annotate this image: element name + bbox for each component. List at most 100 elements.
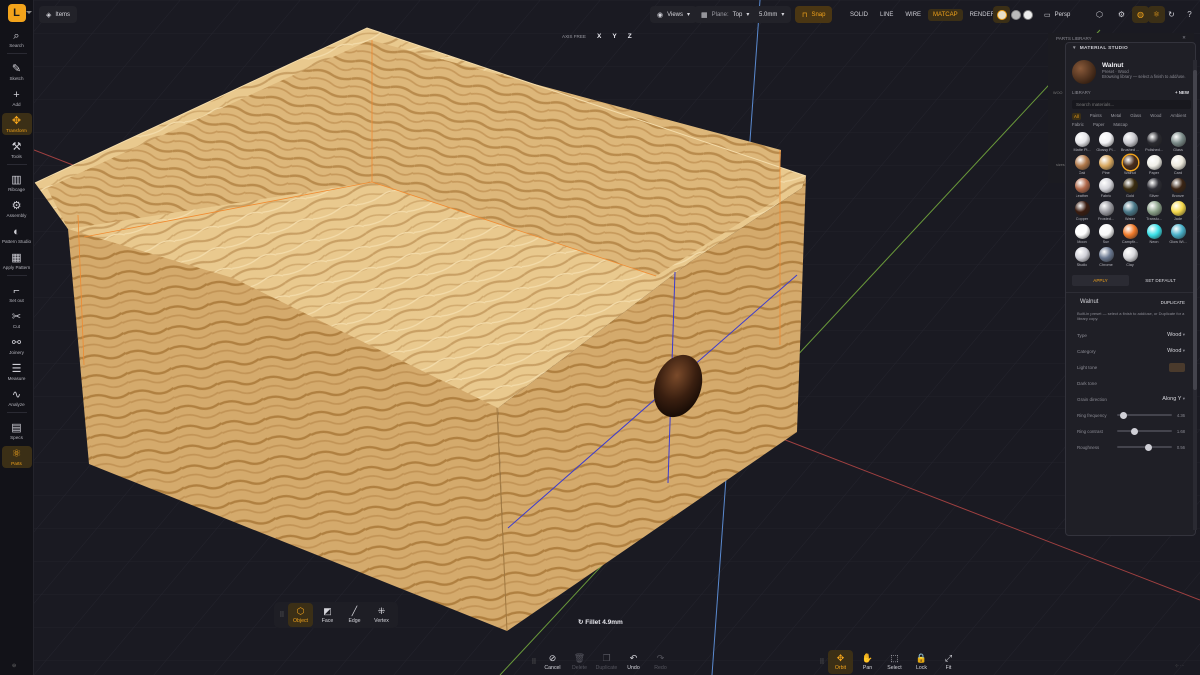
material-swatch[interactable]: Glass [1166, 132, 1190, 154]
sidebar-item-measure[interactable]: ☰ Measure [2, 361, 32, 383]
chip-paper[interactable]: Paper [1093, 122, 1104, 127]
material-studio-header[interactable]: ▾ MATERIAL STUDIO [1066, 43, 1195, 54]
duplicate-button[interactable]: DUPLICATE [1161, 300, 1185, 305]
material-swatch[interactable]: Glossy Pl... [1094, 132, 1118, 154]
material-swatch[interactable]: Sun [1094, 224, 1118, 246]
scrollbar-thumb[interactable] [1193, 70, 1197, 390]
category-row[interactable]: Category Wood ▾ [1066, 343, 1195, 359]
grid-size-dropdown[interactable]: 5.0mm ▾ [752, 6, 792, 23]
edge-button[interactable]: ╱ Edge [342, 603, 367, 627]
perspective-toggle[interactable]: ▭ Persp [1037, 6, 1077, 23]
material-swatch[interactable]: Silver [1142, 178, 1166, 200]
light-tone-swatch[interactable] [1169, 362, 1185, 372]
material-swatch[interactable]: Brushed ... [1118, 132, 1142, 154]
new-material-button[interactable]: + NEW [1175, 90, 1189, 95]
lock-button[interactable]: 🔒 Lock [909, 650, 934, 674]
set-default-button[interactable]: SET DEFAULT [1132, 275, 1189, 286]
material-swatch[interactable]: Moon [1070, 224, 1094, 246]
chip-metal[interactable]: Metal [1111, 113, 1122, 120]
sidebar-item-specs[interactable]: ▤ Specs [2, 420, 32, 442]
sidebar-item-parts[interactable]: ⚛ Parts [1, 446, 32, 468]
sidebar-item-transform[interactable]: ✥ Transform [1, 113, 32, 135]
material-swatch[interactable]: Paper [1142, 155, 1166, 177]
pan-button[interactable]: ✋ Pan [855, 650, 880, 674]
slider-track[interactable] [1117, 411, 1172, 419]
material-swatch[interactable]: Gold [1118, 178, 1142, 200]
snap-toggle[interactable]: ⊓ Snap [795, 6, 833, 23]
undo-button[interactable]: ↶ Undo [621, 650, 646, 674]
cube-view-icon[interactable]: ⬡ [1091, 6, 1108, 23]
sidebar-item-cut[interactable]: ✂ Cut [2, 309, 32, 331]
mode-line[interactable]: LINE [875, 9, 898, 21]
chip-ambient[interactable]: Ambient [1170, 113, 1186, 120]
chip-all[interactable]: All [1072, 113, 1081, 120]
bottom-left-icon[interactable]: ⊖ [12, 663, 16, 669]
chip-matcap[interactable]: Matcap [1113, 122, 1127, 127]
material-swatch[interactable]: Leather [1070, 178, 1094, 200]
material-swatch[interactable]: Pine [1094, 155, 1118, 177]
3d-viewport[interactable] [34, 0, 1200, 675]
mode-solid[interactable]: SOLID [845, 9, 873, 21]
vertex-button[interactable]: ⁜ Vertex [369, 603, 394, 627]
panel-scrollbar[interactable] [1193, 60, 1197, 530]
help-icon[interactable]: ? [1181, 6, 1198, 23]
grain-direction-row[interactable]: Grain direction Along Y ▾ [1066, 391, 1195, 407]
chip-glass[interactable]: Glass [1130, 113, 1141, 120]
material-swatch[interactable]: Walnut [1118, 155, 1142, 177]
chip-wood[interactable]: Wood [1150, 113, 1161, 120]
sidebar-item-assembly[interactable]: ⚙ Assembly [2, 198, 32, 220]
white-sphere-button[interactable] [1019, 6, 1036, 23]
material-swatch[interactable]: Polished... [1142, 132, 1166, 154]
material-swatch[interactable]: Frosted... [1094, 201, 1118, 223]
sidebar-item-analyze[interactable]: ∿ Analyze [2, 387, 32, 409]
material-swatch[interactable]: Water [1118, 201, 1142, 223]
chip-fabric[interactable]: Fabric [1072, 122, 1084, 127]
drag-handle-icon[interactable]: ⠿ [278, 611, 286, 619]
collapse-chevron-icon[interactable]: ▾ [1073, 46, 1076, 51]
history-icon[interactable]: ↻ [1163, 6, 1180, 23]
slider-knob[interactable] [1144, 443, 1152, 451]
sidebar-item-ribcage[interactable]: ▥ Ribcage [2, 172, 32, 194]
object-button[interactable]: ⬡ Object [288, 603, 313, 627]
drag-handle-icon[interactable]: ⠿ [530, 658, 538, 666]
sidebar-item-add[interactable]: + Add [2, 87, 32, 109]
apply-button[interactable]: APPLY [1072, 275, 1129, 286]
close-icon[interactable]: ✕ [1182, 35, 1186, 41]
plane-dropdown[interactable]: ▦ Plane: Top ▾ [694, 6, 757, 23]
sidebar-item-search[interactable]: ⌕ Search [2, 28, 32, 50]
material-swatch[interactable]: Studio [1070, 247, 1094, 269]
material-swatch[interactable]: Bronze [1166, 178, 1190, 200]
orbit-button[interactable]: ✥ Orbit [828, 650, 853, 674]
slider-track[interactable] [1117, 427, 1172, 435]
axis-x-button[interactable]: X [597, 33, 601, 40]
material-icon[interactable]: ◍ [1132, 6, 1149, 23]
material-swatch[interactable]: Copper [1070, 201, 1094, 223]
cancel-button[interactable]: ⊘ Cancel [540, 650, 565, 674]
material-swatch[interactable]: Oak [1070, 155, 1094, 177]
material-swatch[interactable]: Jade [1166, 201, 1190, 223]
material-swatch[interactable]: Clay [1118, 247, 1142, 269]
face-button[interactable]: ◩ Face [315, 603, 340, 627]
mode-matcap[interactable]: MATCAP [928, 8, 963, 21]
material-swatch[interactable]: Glow Wi... [1166, 224, 1190, 246]
sidebar-item-pattern-studio[interactable]: ◐ Pattern Studio [2, 224, 32, 246]
type-row[interactable]: Type Wood ▾ [1066, 327, 1195, 343]
select-button[interactable]: ⬚ Select [882, 650, 907, 674]
scene-canvas[interactable] [34, 0, 1200, 675]
material-swatch[interactable]: Matte Pl... [1070, 132, 1094, 154]
drag-handle-icon[interactable]: ⠿ [818, 658, 826, 666]
redo-button[interactable]: ↷ Redo [648, 650, 673, 674]
duplicate-button[interactable]: ❐ Duplicate [594, 650, 619, 674]
axis-y-button[interactable]: Y [612, 33, 616, 40]
material-swatch[interactable]: Campfir... [1118, 224, 1142, 246]
sidebar-item-set-out[interactable]: ⌐ Set out [2, 283, 32, 305]
delete-button[interactable]: 🗑 Delete [567, 650, 592, 674]
material-swatch[interactable]: Fabric [1094, 178, 1118, 200]
material-swatch[interactable]: Neon [1142, 224, 1166, 246]
items-button[interactable]: ◈ Items [39, 6, 78, 23]
sidebar-item-joinery[interactable]: ⚯ Joinery [2, 335, 32, 357]
bottom-right-icon[interactable]: ⊹ ··· [1175, 663, 1185, 669]
mode-wire[interactable]: WIRE [900, 9, 926, 21]
material-swatch[interactable]: Chrome [1094, 247, 1118, 269]
sidebar-item-tools[interactable]: ⚒ Tools [2, 139, 32, 161]
